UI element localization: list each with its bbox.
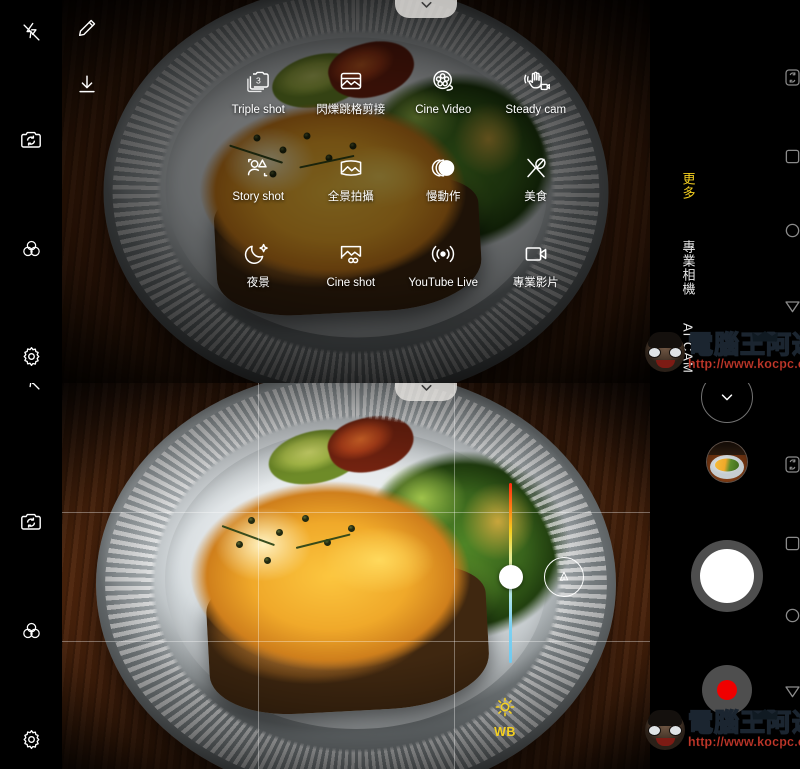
site-watermark: 電腦王阿達 http://www.kocpc.com.tw [645, 709, 800, 750]
shutter-inner [700, 549, 754, 603]
triple-shot-icon: 3 [243, 66, 273, 96]
mode-label: 閃爍跳格剪接 [316, 104, 386, 116]
camera-flip-icon[interactable] [16, 125, 46, 155]
watermark-url: http://www.kocpc.com.tw [688, 735, 800, 750]
mode-item-panorama[interactable]: 全景拍攝 [305, 153, 398, 204]
mode-item-steady-cam[interactable]: Steady cam [490, 66, 583, 117]
mode-label: Steady cam [505, 104, 567, 116]
download-icon[interactable] [76, 73, 102, 99]
mode-menu-grid: 3 Triple shot 閃爍跳格剪接 Cine Video Steady c… [212, 66, 582, 290]
watermark-avatar-icon [645, 332, 685, 372]
flash-off-icon[interactable] [16, 383, 46, 396]
collapse-menu-tab[interactable] [395, 0, 457, 18]
square-icon[interactable] [777, 141, 800, 171]
mode-item-night[interactable]: 夜景 [212, 239, 305, 290]
cine-shot-icon [336, 239, 366, 269]
camera-flip-icon[interactable] [777, 62, 800, 92]
pro-video-icon [521, 239, 551, 269]
chevron-down-icon [418, 0, 435, 18]
camera-flip-icon[interactable] [16, 507, 46, 537]
record-button[interactable] [702, 665, 752, 715]
white-balance-badge[interactable]: WB [494, 696, 516, 739]
mode-label: 美食 [524, 190, 548, 203]
camera-flip-icon[interactable] [777, 449, 800, 479]
top-left-rail [0, 0, 62, 383]
mode-item-flash-jump-cut[interactable]: 閃爍跳格剪接 [305, 66, 398, 117]
expand-modes-button[interactable] [701, 383, 753, 423]
crown-icon [752, 700, 779, 720]
top-camera-panel: 3 Triple shot 閃爍跳格剪接 Cine Video Steady c… [0, 0, 800, 383]
shutter-button[interactable] [691, 540, 763, 612]
watermark-avatar-icon [645, 710, 685, 750]
camera-app-screenshot: 3 Triple shot 閃爍跳格剪接 Cine Video Steady c… [0, 0, 800, 769]
triangle-down-icon[interactable] [777, 290, 800, 320]
mode-label: 夜景 [246, 277, 270, 289]
cine-video-icon [428, 66, 458, 96]
circle-icon[interactable] [777, 600, 800, 630]
steady-cam-icon [521, 66, 551, 96]
night-mode-icon [243, 239, 273, 269]
food-icon [521, 153, 551, 183]
watermark-url: http://www.kocpc.com.tw [688, 357, 800, 372]
mode-tab-pro-camera[interactable]: 專業相機 [679, 240, 698, 296]
filter-icon[interactable] [16, 615, 46, 645]
filter-icon[interactable] [16, 233, 46, 263]
mode-item-cine-shot[interactable]: Cine shot [305, 239, 398, 290]
mode-label: Story shot [232, 190, 285, 203]
sun-icon [494, 696, 516, 723]
bottom-right-rail: 電腦王阿達 http://www.kocpc.com.tw [645, 383, 800, 769]
bottom-viewfinder[interactable]: WB [62, 383, 650, 769]
mode-label: Cine Video [415, 104, 472, 116]
thumbnail-image [707, 442, 747, 482]
mode-item-story-shot[interactable]: Story shot [212, 153, 305, 204]
wb-label: WB [494, 725, 516, 739]
square-icon[interactable] [777, 528, 800, 558]
triangle-down-icon[interactable] [777, 675, 800, 705]
settings-gear-icon[interactable] [16, 724, 46, 754]
flash-jump-cut-icon [336, 66, 366, 96]
pencil-icon[interactable] [76, 17, 102, 43]
collapse-menu-tab[interactable] [395, 383, 457, 401]
mode-item-youtube-live[interactable]: YouTube Live [397, 239, 490, 290]
white-balance-slider-knob[interactable] [499, 565, 523, 589]
af-lock-icon[interactable] [544, 557, 584, 597]
watermark-title: 電腦王阿達 [687, 331, 800, 358]
mode-item-food[interactable]: 美食 [490, 153, 583, 204]
bottom-left-rail [0, 383, 62, 769]
mode-label: 慢動作 [426, 190, 461, 203]
settings-gear-icon[interactable] [16, 341, 46, 371]
story-shot-icon [243, 153, 273, 183]
top-right-rail: 更多 專業相機 AI CAM 電腦王阿 http://www.kocpc. [645, 0, 800, 383]
last-photo-thumbnail[interactable] [706, 441, 748, 483]
watermark-title: 電腦王阿達 [687, 709, 800, 736]
record-dot [717, 680, 737, 700]
bottom-camera-panel: WB 美食 [0, 383, 800, 769]
chevron-down-icon [418, 383, 435, 401]
mode-label: Triple shot [231, 104, 285, 116]
svg-text:3: 3 [256, 75, 261, 85]
crown-icon [752, 322, 779, 342]
youtube-live-icon [428, 239, 458, 269]
top-viewfinder[interactable]: 3 Triple shot 閃爍跳格剪接 Cine Video Steady c… [62, 0, 650, 383]
mode-label: YouTube Live [408, 277, 478, 289]
mode-label: 全景拍攝 [327, 190, 374, 203]
site-watermark: 電腦王阿達 http://www.kocpc.com.tw [645, 331, 800, 372]
panorama-icon [336, 153, 366, 183]
mode-item-cine-video[interactable]: Cine Video [397, 66, 490, 117]
mode-item-slow-motion[interactable]: 慢動作 [397, 153, 490, 204]
mode-label: Cine shot [326, 277, 376, 289]
flash-off-icon[interactable] [16, 17, 46, 47]
mode-item-triple-shot[interactable]: 3 Triple shot [212, 66, 305, 117]
circle-icon[interactable] [777, 215, 800, 245]
mode-tab-more[interactable]: 更多 [679, 172, 698, 200]
mode-item-pro-video[interactable]: 專業影片 [490, 239, 583, 290]
slow-motion-icon [428, 153, 458, 183]
mode-label: 專業影片 [512, 277, 559, 289]
